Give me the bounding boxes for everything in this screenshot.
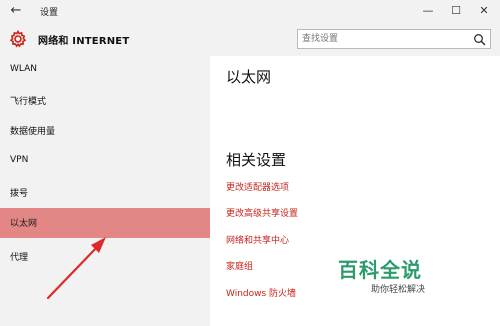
- link-windows-firewall[interactable]: Windows 防火墙: [226, 286, 296, 299]
- maximize-icon[interactable]: ☐: [446, 2, 466, 20]
- link-network-sharing-center[interactable]: 网络和共享中心: [226, 233, 289, 246]
- gear-icon: [9, 29, 27, 48]
- title-bar: ← 设置 — ☐ ✕: [0, 0, 500, 22]
- sidebar-item-label: 飞行模式: [10, 97, 47, 107]
- settings-header: 网络和 INTERNET: [0, 22, 500, 56]
- sidebar-item-ethernet[interactable]: 以太网: [0, 208, 210, 238]
- link-homegroup[interactable]: 家庭组: [226, 259, 253, 272]
- window-title: 设置: [40, 8, 59, 18]
- sidebar-item-label: 以太网: [10, 219, 38, 229]
- link-change-advanced-sharing[interactable]: 更改高级共享设置: [226, 206, 298, 219]
- sidebar-item-label: VPN: [10, 155, 29, 165]
- sidebar-item-label: WLAN: [10, 64, 38, 74]
- watermark-title: 百科全说: [338, 258, 422, 282]
- sidebar: WLAN 飞行模式 数据使用量 VPN 拨号 以太网 代理: [0, 56, 210, 326]
- sidebar-item-wlan[interactable]: WLAN: [0, 56, 210, 86]
- sidebar-item-vpn[interactable]: VPN: [0, 147, 210, 177]
- watermark: 百科全说 助你轻松解决: [338, 254, 468, 300]
- watermark-subtitle: 助你轻松解决: [371, 285, 426, 295]
- minimize-icon[interactable]: —: [418, 2, 438, 20]
- section-title-related-settings: 相关设置: [226, 151, 287, 169]
- sidebar-item-data-usage[interactable]: 数据使用量: [0, 116, 210, 146]
- sidebar-item-label: 数据使用量: [10, 127, 56, 137]
- back-arrow-icon[interactable]: ←: [6, 2, 26, 20]
- sidebar-item-dial-up[interactable]: 拨号: [0, 178, 210, 208]
- search-input[interactable]: [302, 31, 462, 47]
- sidebar-item-label: 代理: [10, 253, 29, 263]
- link-change-adapter-options[interactable]: 更改适配器选项: [226, 180, 289, 193]
- page-title: 以太网: [226, 68, 272, 86]
- search-icon[interactable]: [473, 33, 486, 46]
- close-icon[interactable]: ✕: [474, 2, 494, 20]
- sidebar-item-airplane-mode[interactable]: 飞行模式: [0, 86, 210, 116]
- search-field[interactable]: [297, 29, 491, 49]
- sidebar-item-label: 拨号: [10, 189, 29, 199]
- page-header-title: 网络和 INTERNET: [38, 36, 130, 47]
- sidebar-item-proxy[interactable]: 代理: [0, 242, 210, 272]
